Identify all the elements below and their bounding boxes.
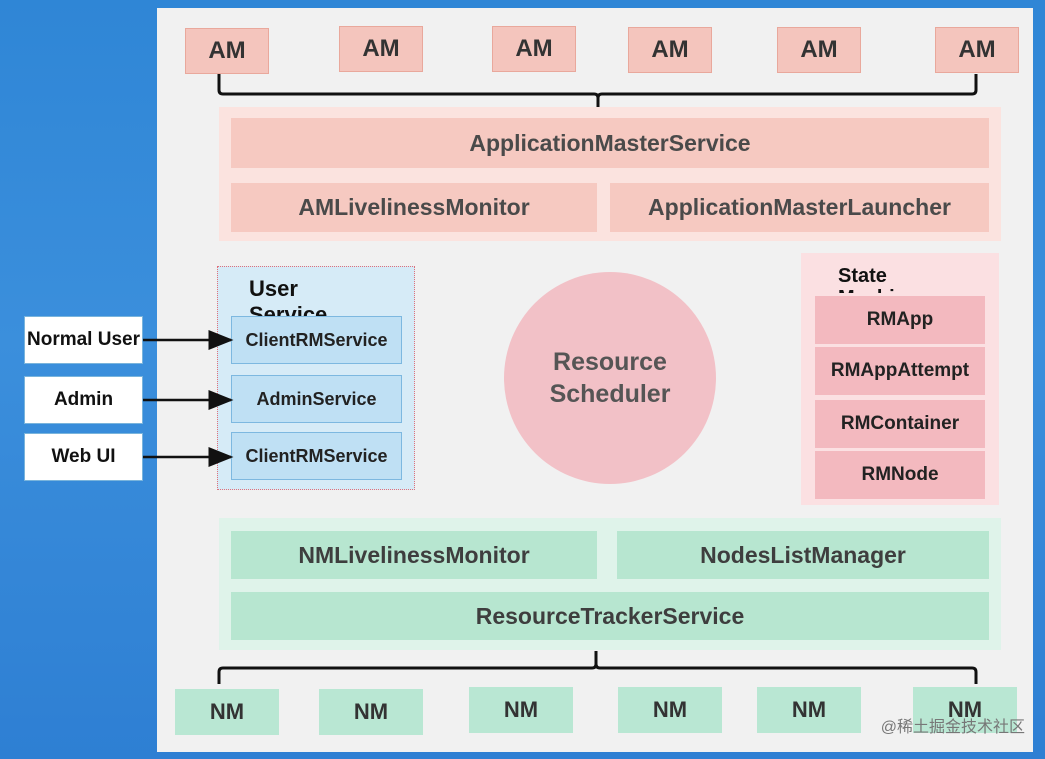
watermark: @稀土掘金技术社区 bbox=[880, 719, 1025, 736]
connectors bbox=[143, 74, 978, 684]
am-brace bbox=[217, 74, 978, 107]
nm-brace bbox=[217, 651, 978, 684]
